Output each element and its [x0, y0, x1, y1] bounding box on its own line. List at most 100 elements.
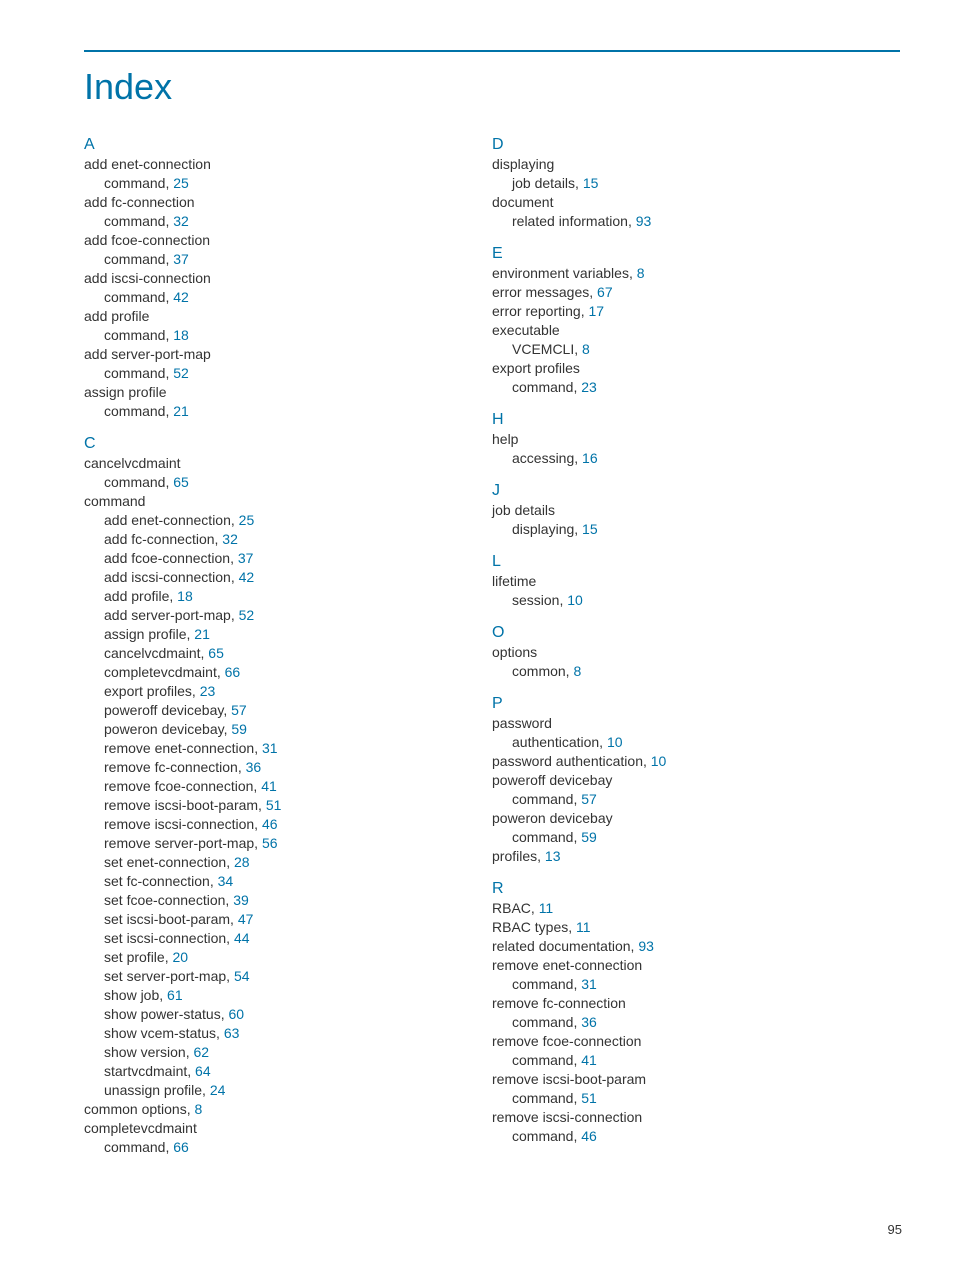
page-reference[interactable]: 16 [582, 450, 598, 466]
page-reference[interactable]: 66 [173, 1139, 189, 1155]
page-reference[interactable]: 21 [173, 403, 189, 419]
index-entry: job details, 15 [492, 174, 900, 193]
page-reference[interactable]: 8 [582, 341, 590, 357]
page-reference[interactable]: 10 [567, 592, 583, 608]
page-reference[interactable]: 25 [173, 175, 189, 191]
page-reference[interactable]: 41 [581, 1052, 597, 1068]
page-reference[interactable]: 8 [573, 663, 581, 679]
entry-text: set fcoe-connection, [104, 892, 233, 908]
page-reference[interactable]: 60 [229, 1006, 245, 1022]
page-reference[interactable]: 93 [638, 938, 654, 954]
entry-text: set fc-connection, [104, 873, 218, 889]
page-reference[interactable]: 44 [234, 930, 250, 946]
page-reference[interactable]: 25 [239, 512, 255, 528]
page-reference[interactable]: 23 [581, 379, 597, 395]
page-reference[interactable]: 57 [581, 791, 597, 807]
page-reference[interactable]: 36 [581, 1014, 597, 1030]
entry-text: job details, [512, 175, 583, 191]
page-reference[interactable]: 32 [222, 531, 238, 547]
entry-text: password [492, 715, 552, 731]
page-reference[interactable]: 8 [195, 1101, 203, 1117]
page-reference[interactable]: 31 [262, 740, 278, 756]
page-reference[interactable]: 18 [173, 327, 189, 343]
index-entry: command, 36 [492, 1013, 900, 1032]
page-reference[interactable]: 67 [597, 284, 613, 300]
page-reference[interactable]: 36 [246, 759, 262, 775]
index-entry: export profiles [492, 359, 900, 378]
page-reference[interactable]: 47 [238, 911, 254, 927]
page-reference[interactable]: 62 [193, 1044, 209, 1060]
page-reference[interactable]: 52 [173, 365, 189, 381]
page-reference[interactable]: 63 [224, 1025, 240, 1041]
page-reference[interactable]: 21 [194, 626, 210, 642]
page-reference[interactable]: 15 [582, 521, 598, 537]
entry-text: command, [512, 976, 581, 992]
index-entry: displaying [492, 155, 900, 174]
entry-text: command, [104, 327, 173, 343]
page-reference[interactable]: 11 [539, 900, 554, 916]
page-reference[interactable]: 39 [233, 892, 249, 908]
page-reference[interactable]: 37 [173, 251, 189, 267]
entry-text: command, [104, 474, 173, 490]
index-entry: command, 23 [492, 378, 900, 397]
index-entry: command, 52 [84, 364, 492, 383]
page-reference[interactable]: 18 [177, 588, 193, 604]
page-reference[interactable]: 34 [218, 873, 234, 889]
page-reference[interactable]: 37 [238, 550, 254, 566]
page-reference[interactable]: 42 [239, 569, 255, 585]
index-entry: assign profile [84, 383, 492, 402]
page-reference[interactable]: 11 [576, 919, 591, 935]
page-reference[interactable]: 20 [172, 949, 188, 965]
page-reference[interactable]: 31 [581, 976, 597, 992]
page-reference[interactable]: 10 [651, 753, 667, 769]
index-entry: startvcdmaint, 64 [84, 1062, 492, 1081]
page-reference[interactable]: 51 [581, 1090, 597, 1106]
page-reference[interactable]: 23 [200, 683, 216, 699]
page-reference[interactable]: 56 [262, 835, 278, 851]
page-reference[interactable]: 41 [261, 778, 277, 794]
index-entry: remove fc-connection, 36 [84, 758, 492, 777]
page-reference[interactable]: 54 [234, 968, 250, 984]
page-reference[interactable]: 8 [637, 265, 645, 281]
page-reference[interactable]: 52 [239, 607, 255, 623]
page-reference[interactable]: 24 [210, 1082, 226, 1098]
index-entry: poweron devicebay [492, 809, 900, 828]
page-reference[interactable]: 59 [231, 721, 247, 737]
page-reference[interactable]: 15 [583, 175, 599, 191]
index-letter: L [492, 553, 900, 571]
index-entry: unassign profile, 24 [84, 1081, 492, 1100]
index-entry: add iscsi-connection [84, 269, 492, 288]
index-entry: command, 31 [492, 975, 900, 994]
index-entry: command [84, 492, 492, 511]
page-reference[interactable]: 28 [234, 854, 250, 870]
entry-text: profiles, [492, 848, 545, 864]
page-reference[interactable]: 46 [581, 1128, 597, 1144]
page-reference[interactable]: 17 [588, 303, 604, 319]
page-reference[interactable]: 93 [636, 213, 652, 229]
index-entry: error reporting, 17 [492, 302, 900, 321]
page-reference[interactable]: 51 [266, 797, 282, 813]
index-entry: remove server-port-map, 56 [84, 834, 492, 853]
index-entry: accessing, 16 [492, 449, 900, 468]
entry-text: displaying, [512, 521, 582, 537]
page-reference[interactable]: 57 [231, 702, 247, 718]
page-reference[interactable]: 10 [607, 734, 623, 750]
index-entry: related information, 93 [492, 212, 900, 231]
entry-text: password authentication, [492, 753, 651, 769]
index-entry: export profiles, 23 [84, 682, 492, 701]
index-entry: add fcoe-connection [84, 231, 492, 250]
page-reference[interactable]: 46 [262, 816, 278, 832]
page-reference[interactable]: 32 [173, 213, 189, 229]
page-reference[interactable]: 65 [173, 474, 189, 490]
page-reference[interactable]: 66 [225, 664, 241, 680]
page-title: Index [84, 66, 900, 108]
page-reference[interactable]: 64 [195, 1063, 211, 1079]
entry-text: set enet-connection, [104, 854, 234, 870]
page-reference[interactable]: 65 [208, 645, 224, 661]
entry-text: poweroff devicebay, [104, 702, 231, 718]
page-reference[interactable]: 59 [581, 829, 597, 845]
page-reference[interactable]: 61 [167, 987, 183, 1003]
page-reference[interactable]: 42 [173, 289, 189, 305]
page-reference[interactable]: 13 [545, 848, 561, 864]
index-entry: command, 42 [84, 288, 492, 307]
